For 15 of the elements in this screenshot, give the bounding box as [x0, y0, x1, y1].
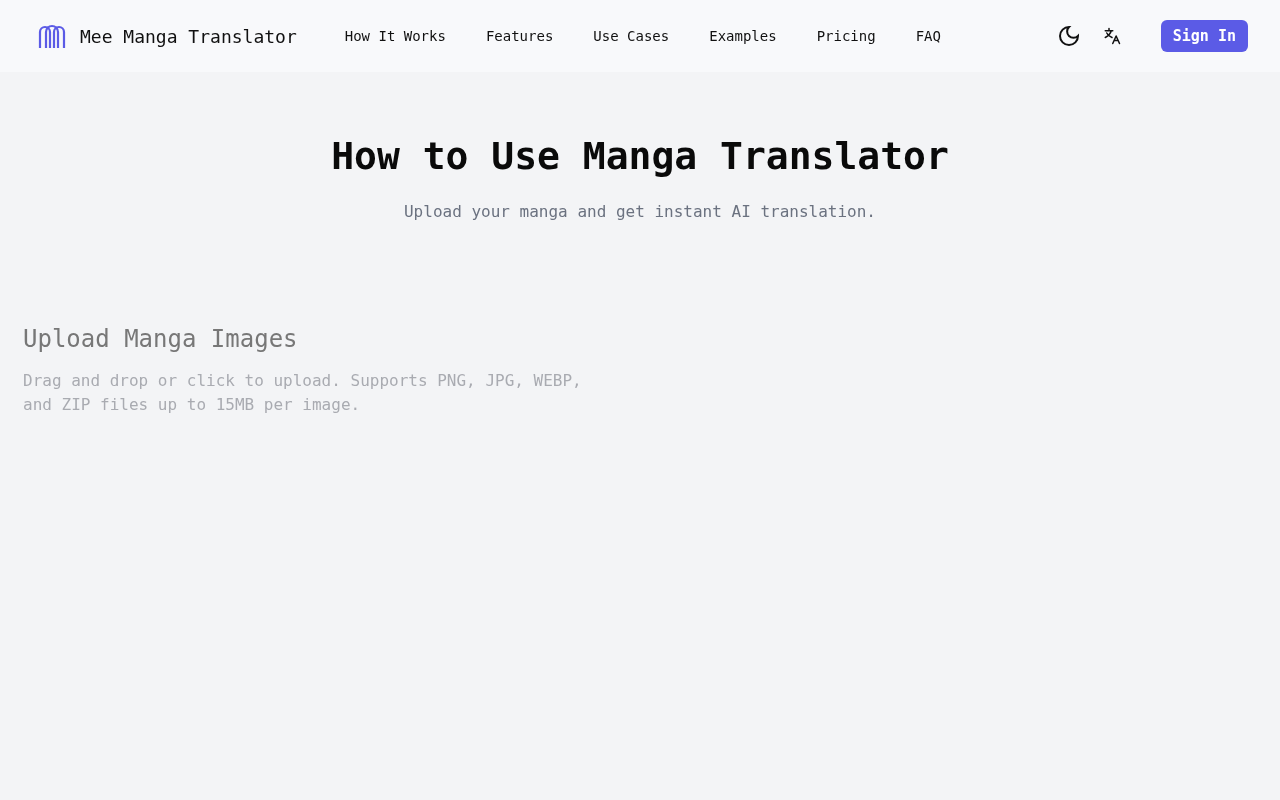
upload-description: Drag and drop or click to upload. Supports PNG, JPG, WEBP, and ZIP files up to 15MB per image. [23, 370, 583, 416]
nav-link[interactable]: FAQ [915, 28, 941, 44]
page-title: How to Use Manga Translator [330, 134, 950, 178]
nav-link[interactable]: Examples [709, 28, 777, 44]
upload-title: Upload Manga Images [23, 325, 299, 353]
translate-icon[interactable] [1102, 27, 1121, 45]
logo-icon [37, 23, 67, 49]
sign-in-button[interactable]: Sign In [1160, 20, 1248, 52]
nav-link[interactable]: Features [485, 28, 554, 44]
nav-link[interactable]: Pricing [816, 28, 876, 44]
nav-link[interactable]: How It Works [344, 28, 446, 44]
page-subtitle: Upload your manga and get instant AI translation. [403, 202, 877, 221]
brand-name: Mee Manga Translator [80, 25, 297, 47]
nav-link[interactable]: Use Cases [593, 28, 670, 44]
moon-icon[interactable] [1056, 24, 1081, 48]
